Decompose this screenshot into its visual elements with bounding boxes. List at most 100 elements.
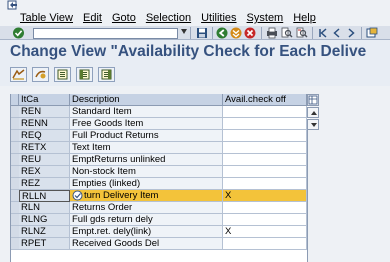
cell-itca[interactable]: REZ <box>19 178 70 190</box>
row-selector[interactable] <box>11 142 19 154</box>
delete-button[interactable] <box>76 67 93 82</box>
title-bar: Change View "Availability Check for Each… <box>0 40 390 64</box>
scroll-down-icon <box>311 123 317 127</box>
menu-goto[interactable]: Goto <box>107 12 141 24</box>
command-history-arrow-icon[interactable] <box>181 29 187 34</box>
cell-avail-check-off[interactable]: X <box>223 226 307 238</box>
row-selector[interactable] <box>11 190 19 202</box>
cell-avail-check-off[interactable] <box>223 118 307 130</box>
next-page-icon[interactable] <box>345 27 357 39</box>
display-change-button[interactable] <box>10 67 27 82</box>
menu-system[interactable]: System <box>242 12 289 24</box>
cell-itca[interactable]: RLN <box>19 202 70 214</box>
input-help-icon[interactable] <box>72 190 83 201</box>
cell-avail-check-off[interactable] <box>223 154 307 166</box>
cell-avail-check-off[interactable]: X <box>223 190 307 202</box>
row-selector[interactable] <box>11 118 19 130</box>
row-selector[interactable] <box>11 214 19 226</box>
menu-selection[interactable]: Selection <box>141 12 196 24</box>
row-selector[interactable] <box>11 202 19 214</box>
cell-avail-check-off[interactable] <box>223 202 307 214</box>
cell-avail-check-off[interactable] <box>223 238 307 250</box>
cell-description[interactable]: Returns Order <box>70 202 223 214</box>
display-change-icon <box>12 69 25 80</box>
vertical-scrollbar[interactable] <box>307 130 319 262</box>
row-selector[interactable] <box>11 226 19 238</box>
cell-itca[interactable]: REQ <box>19 130 70 142</box>
new-entries-button[interactable] <box>32 67 49 82</box>
cell-itca[interactable]: RLLN <box>19 190 70 202</box>
row-selector[interactable] <box>11 178 19 190</box>
cell-description[interactable]: Non-stock Item <box>70 166 223 178</box>
standard-toolbar <box>0 26 390 40</box>
first-page-icon[interactable] <box>317 27 329 39</box>
cell-description[interactable]: Received Goods Del <box>70 238 223 250</box>
cell-avail-check-off[interactable] <box>223 178 307 190</box>
cell-itca[interactable]: RENN <box>19 118 70 130</box>
screen-menu-icon[interactable] <box>7 0 19 10</box>
cell-itca[interactable]: REN <box>19 106 70 118</box>
row-selector[interactable] <box>11 154 19 166</box>
row-selector[interactable] <box>11 106 19 118</box>
menu-utilities[interactable]: Utilities <box>196 12 241 24</box>
sap-window: Table View Edit Goto Selection Utilities… <box>0 0 390 262</box>
column-header-avail-check-off[interactable]: Avail.check off <box>223 94 307 106</box>
cell-avail-check-off[interactable] <box>223 166 307 178</box>
cell-description-text: turn Delivery Item <box>84 190 159 201</box>
save-icon[interactable] <box>196 27 208 39</box>
undo-icon <box>101 69 111 80</box>
cell-itca[interactable]: RPET <box>19 238 70 250</box>
command-field[interactable] <box>33 28 178 39</box>
exit-icon[interactable] <box>230 27 242 39</box>
cell-itca[interactable]: RLNG <box>19 214 70 226</box>
menu-edit[interactable]: Edit <box>78 12 107 24</box>
column-header-itca[interactable]: ItCa <box>19 94 70 106</box>
cell-description[interactable]: Full gds return dely <box>70 214 223 226</box>
cell-description[interactable]: Empties (linked) <box>70 178 223 190</box>
toolbar-separator <box>261 27 262 39</box>
cell-description[interactable]: Standard Item <box>70 106 223 118</box>
select-all-header[interactable] <box>11 94 19 106</box>
cell-description[interactable]: turn Delivery Item <box>70 190 223 202</box>
cell-avail-check-off[interactable] <box>223 130 307 142</box>
cell-description[interactable]: Full Product Returns <box>70 130 223 142</box>
scroll-down-button[interactable] <box>307 119 319 130</box>
enter-check-icon[interactable] <box>12 27 25 39</box>
print-icon[interactable] <box>266 27 278 39</box>
cell-itca[interactable]: RLNZ <box>19 226 70 238</box>
cell-avail-check-off[interactable] <box>223 106 307 118</box>
menu-table-view[interactable]: Table View <box>0 12 78 24</box>
find-next-icon[interactable] <box>296 27 308 39</box>
cell-itca[interactable]: REU <box>19 154 70 166</box>
cell-itca[interactable]: REX <box>19 166 70 178</box>
toolbar-separator <box>212 27 213 39</box>
row-selector[interactable] <box>11 130 19 142</box>
find-icon[interactable] <box>281 27 293 39</box>
cancel-icon[interactable] <box>244 27 256 39</box>
toolbar-separator <box>361 27 362 39</box>
toolbar-separator <box>190 27 191 39</box>
new-entries-icon <box>35 70 46 79</box>
row-selector[interactable] <box>11 238 19 250</box>
cell-description[interactable]: Empt.ret. dely(link) <box>70 226 223 238</box>
cell-itca[interactable]: RETX <box>19 142 70 154</box>
scroll-up-button[interactable] <box>307 107 319 118</box>
undo-change-button[interactable] <box>98 67 115 82</box>
back-icon[interactable] <box>216 27 228 39</box>
previous-page-icon[interactable] <box>331 27 343 39</box>
cell-avail-check-off[interactable] <box>223 214 307 226</box>
cell-description[interactable]: Free Goods Item <box>70 118 223 130</box>
table-control: ItCa Description Avail.check off REN Stan… <box>10 94 319 262</box>
copy-as-button[interactable] <box>54 67 71 82</box>
menu-help[interactable]: Help <box>288 12 321 24</box>
scroll-up-icon <box>311 111 317 115</box>
cell-description[interactable]: EmptReturns unlinked <box>70 154 223 166</box>
cell-avail-check-off[interactable] <box>223 142 307 154</box>
create-session-icon[interactable] <box>366 27 378 39</box>
row-selector[interactable] <box>11 166 19 178</box>
column-header-description[interactable]: Description <box>70 94 223 106</box>
toolbar-separator <box>312 27 313 39</box>
top-strip <box>0 0 390 10</box>
cell-description[interactable]: Text Item <box>70 142 223 154</box>
table-settings-button[interactable] <box>307 94 319 106</box>
